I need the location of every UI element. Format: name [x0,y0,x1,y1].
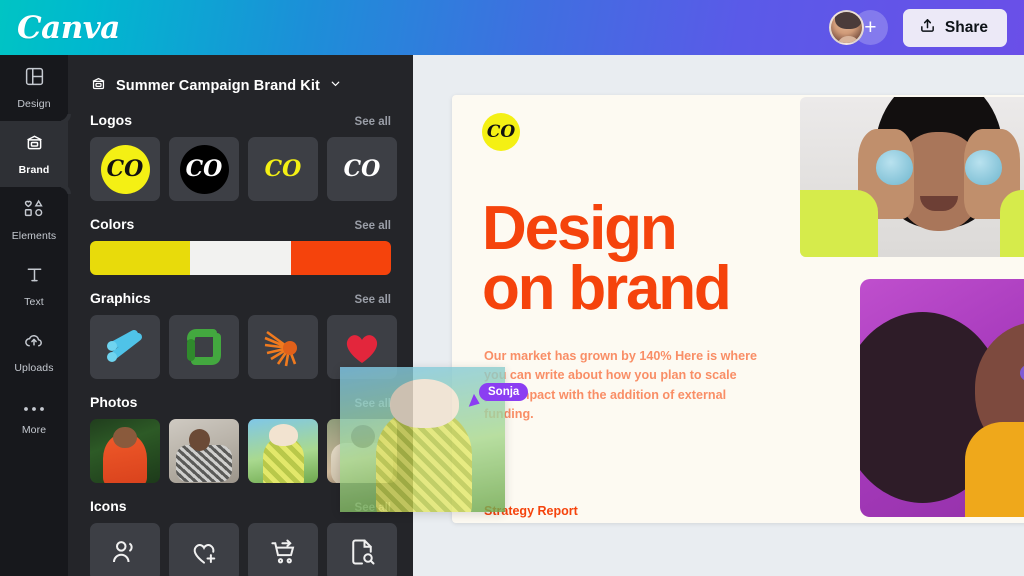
collaborator-avatars: + [828,10,888,45]
left-nav-rail: Design Brand Elements Text Uploads More [0,55,68,576]
color-swatch-yellow[interactable] [90,241,191,275]
see-all-photos-link[interactable]: See all [355,398,391,410]
logo-mark: CO [100,144,150,194]
sidebar-item-label: Design [17,98,51,110]
upload-cloud-icon [23,330,45,356]
icons-row [90,523,413,576]
layout-icon [24,66,45,92]
sidebar-item-label: Elements [11,230,57,242]
section-photos: Photos See all [68,394,413,483]
section-header: Colors See all [90,216,391,232]
see-all-graphics-link[interactable]: See all [355,294,391,306]
text-icon [24,264,45,290]
cart-arrow-icon [271,539,295,564]
section-header: Icons See all [90,498,391,514]
photo-tile-woman-visor[interactable] [248,419,318,483]
see-all-logos-link[interactable]: See all [355,116,391,128]
sidebar-item-more[interactable]: More [0,385,68,451]
top-bar: Canva + Share [0,0,1024,55]
brand-kit-name: Summer Campaign Brand Kit [116,78,320,94]
photo-tile-woman-orange-jacket[interactable] [90,419,160,483]
section-logos: Logos See all CO CO CO CO [68,112,413,201]
logo-tile[interactable]: CO [169,137,239,201]
section-icons: Icons See all [68,498,413,576]
share-button-label: Share [944,18,988,36]
see-all-icons-link[interactable]: See all [355,502,391,514]
graphics-row [90,315,413,379]
brand-kit-icon [24,132,45,158]
graphic-tile[interactable] [327,315,397,379]
section-title: Graphics [90,290,151,306]
color-swatch-orange[interactable] [290,241,391,275]
photos-row [90,419,413,483]
see-all-colors-link[interactable]: See all [355,220,391,232]
canvas-photo-purple-portrait[interactable] [860,279,1024,517]
sidebar-item-brand[interactable]: Brand [0,111,68,197]
icon-tile-cart-arrow[interactable] [248,523,318,576]
sidebar-item-uploads[interactable]: Uploads [0,319,68,385]
icon-tile-heart-plus[interactable] [169,523,239,576]
chevron-down-icon[interactable] [329,77,342,95]
canva-logo[interactable]: Canva [17,10,120,46]
heart-plus-icon [193,543,216,564]
sidebar-item-label: Uploads [14,362,54,374]
logo-tile[interactable]: CO [327,137,397,201]
canvas-photo-eggs-over-eyes[interactable] [800,97,1024,257]
logo-mark: CO [264,156,302,182]
color-palette[interactable] [90,241,391,275]
graphic-tile[interactable] [169,315,239,379]
sidebar-item-text[interactable]: Text [0,253,68,319]
top-bar-actions: + Share [828,8,1024,47]
avatar[interactable] [828,10,864,45]
logo-mark: CO [343,156,381,182]
section-title: Icons [90,498,127,514]
canvas-area[interactable]: CO Design on brand Our market has grown … [413,55,1024,576]
sidebar-item-label: Text [24,296,44,308]
section-header: Graphics See all [90,290,391,306]
collaborator-name-label: Sonja [479,383,529,401]
page-logo-mark[interactable]: CO [482,113,520,151]
upload-icon [919,17,936,39]
design-page[interactable]: CO Design on brand Our market has grown … [452,95,1024,523]
photo-tile-group-outdoors[interactable] [327,419,397,483]
section-title: Logos [90,112,132,128]
headline-line-2: on brand [482,253,732,323]
brand-kit-icon [90,75,107,97]
photo-tile-person-laptop[interactable] [169,419,239,483]
logo-tile[interactable]: CO [248,137,318,201]
blue-clips-graphic [107,330,142,362]
sidebar-item-label: More [21,424,47,436]
logo-mark: CO [179,144,229,194]
brand-kit-panel: Summer Campaign Brand Kit Logos See all … [68,55,413,576]
graphic-tile[interactable] [248,315,318,379]
red-heart-graphic [346,335,378,363]
sidebar-item-elements[interactable]: Elements [0,187,68,253]
logo-tile[interactable]: CO [90,137,160,201]
brand-kit-selector[interactable]: Summer Campaign Brand Kit [68,55,413,97]
section-title: Photos [90,394,138,410]
sidebar-item-label: Brand [18,164,50,176]
section-colors: Colors See all [68,216,413,275]
section-title: Colors [90,216,135,232]
graphic-tile[interactable] [90,315,160,379]
ellipsis-icon [23,400,45,418]
orange-fan-graphic [264,330,297,367]
green-square-graphic [187,329,221,365]
document-search-icon [352,539,375,565]
section-graphics: Graphics See all [68,290,413,379]
icon-tile-document-search[interactable] [327,523,397,576]
shapes-icon [23,198,45,224]
icon-tile-users[interactable] [90,523,160,576]
users-icon [113,541,133,563]
logos-row: CO CO CO CO [90,137,413,201]
color-swatch-white[interactable] [190,241,291,275]
page-footer-text[interactable]: Strategy Report [484,504,578,518]
section-header: Logos See all [90,112,391,128]
section-header: Photos See all [90,394,391,410]
canva-editor-window: Canva + Share Design Brand Elements Text… [0,0,1024,576]
share-button[interactable]: Share [902,8,1007,47]
